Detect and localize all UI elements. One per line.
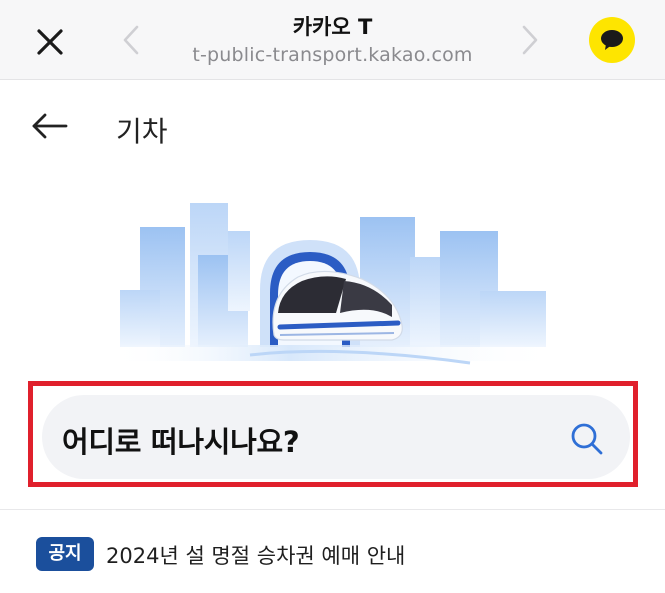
page-title: 기차 [116, 115, 168, 148]
chevron-right-icon [522, 25, 538, 55]
notice-text: 2024년 설 명절 승차권 예매 안내 [106, 544, 406, 568]
browser-forward-button[interactable] [517, 22, 543, 58]
kakaotalk-icon [601, 30, 623, 50]
browser-toolbar: 카카오 T t-public-transport.kakao.com [0, 0, 665, 80]
section-divider [0, 509, 665, 510]
site-title: 카카오 T [292, 15, 373, 39]
kakaotalk-button[interactable] [589, 17, 635, 63]
search-icon[interactable] [569, 421, 605, 457]
page-back-button[interactable] [30, 108, 70, 144]
notice-item[interactable]: 공지 2024년 설 명절 승차권 예매 안내 [0, 530, 665, 582]
site-url: t-public-transport.kakao.com [192, 44, 473, 66]
destination-search-field[interactable]: 어디로 떠나시나요? [42, 395, 630, 479]
notice-badge: 공지 [36, 537, 94, 571]
train-illustration [110, 203, 560, 365]
arrow-left-icon [32, 113, 68, 139]
search-placeholder: 어디로 떠나시나요? [62, 425, 300, 459]
